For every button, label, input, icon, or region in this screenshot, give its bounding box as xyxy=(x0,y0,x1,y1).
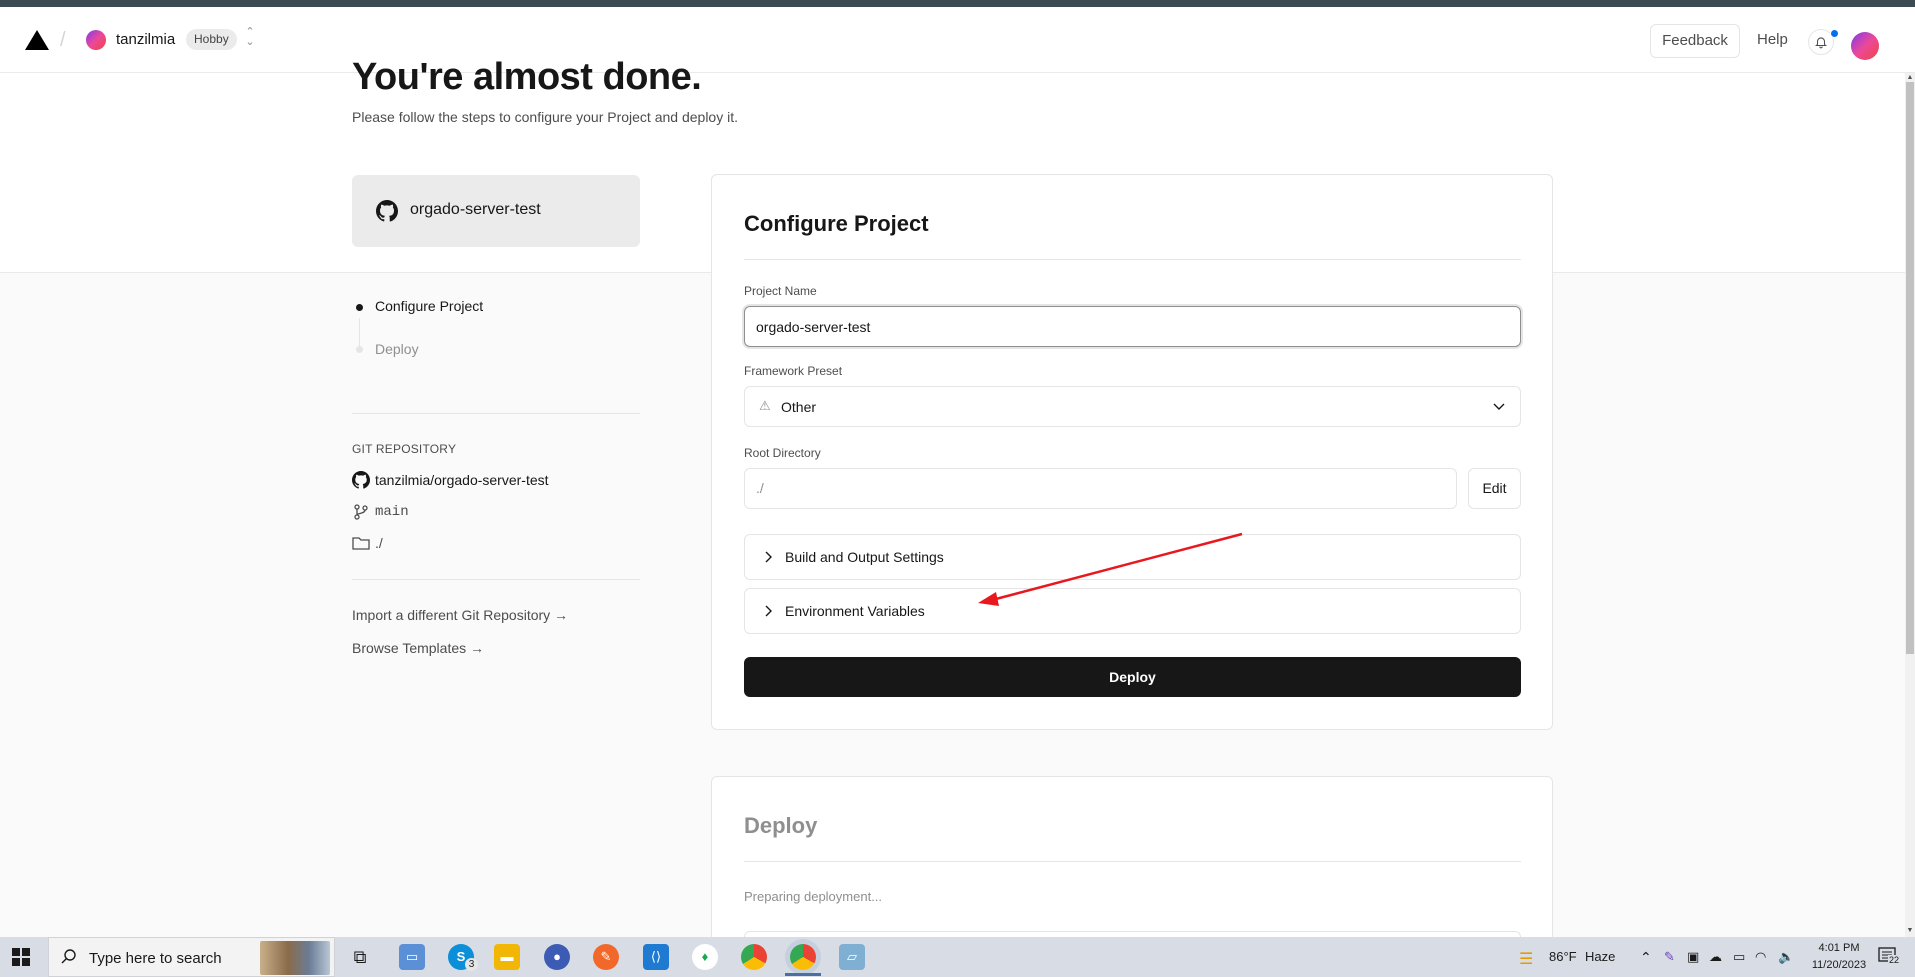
framework-preset-value: Other xyxy=(781,399,817,415)
snipping-tool-icon[interactable]: ▱ xyxy=(839,944,865,970)
skype-badge: 3 xyxy=(465,958,478,971)
clock-time: 4:01 PM xyxy=(1818,942,1860,954)
feedback-button[interactable]: Feedback xyxy=(1650,24,1740,58)
import-git-repo-link[interactable]: Import a different Git Repository → xyxy=(352,607,568,623)
step-active-dot xyxy=(356,304,363,311)
scroll-thumb[interactable] xyxy=(1906,82,1914,654)
mongodb-compass-icon[interactable]: ♦ xyxy=(692,944,718,970)
chevron-right-icon xyxy=(765,605,772,617)
wifi-icon[interactable]: ◠ xyxy=(1755,949,1766,965)
scroll-up-arrow-icon[interactable]: ▲ xyxy=(1906,73,1914,82)
search-placeholder: Type here to search xyxy=(89,950,222,967)
project-name-input[interactable] xyxy=(744,306,1521,347)
notification-center-icon[interactable]: 22 xyxy=(1878,947,1901,967)
firefox-icon[interactable]: ● xyxy=(544,944,570,970)
build-output-settings-label: Build and Output Settings xyxy=(785,549,944,565)
team-avatar[interactable] xyxy=(86,30,106,50)
vercel-logo-icon[interactable] xyxy=(24,29,50,51)
deployment-status: Preparing deployment... xyxy=(744,889,883,904)
page-subtitle: Please follow the steps to configure you… xyxy=(352,109,738,125)
meet-now-icon[interactable]: ▣ xyxy=(1687,949,1699,965)
chevron-right-icon xyxy=(765,551,772,563)
folder-icon xyxy=(352,537,370,550)
environment-variables-toggle[interactable]: Environment Variables xyxy=(744,588,1521,634)
show-hidden-icons-icon[interactable]: ⌃ xyxy=(1640,949,1652,966)
environment-variables-label: Environment Variables xyxy=(785,603,925,619)
git-repo-link[interactable]: tanzilmia/orgado-server-test xyxy=(352,471,549,489)
github-icon xyxy=(352,471,370,489)
git-branch-icon xyxy=(354,504,368,520)
card-divider xyxy=(744,259,1521,260)
postman-icon[interactable]: ✎ xyxy=(593,944,619,970)
repo-card: orgado-server-test xyxy=(352,175,640,247)
team-name[interactable]: tanzilmia xyxy=(116,31,175,48)
scroll-down-arrow-icon[interactable]: ▼ xyxy=(1906,926,1914,935)
browser-top-strip xyxy=(0,0,1915,7)
root-directory-label: Root Directory xyxy=(744,446,821,460)
vscode-icon[interactable]: ⟨⟩ xyxy=(643,944,669,970)
git-branch-name: main xyxy=(375,504,409,520)
framework-preset-label: Framework Preset xyxy=(744,364,843,378)
bell-icon xyxy=(1815,37,1827,49)
onedrive-icon[interactable]: ☁ xyxy=(1709,949,1722,965)
card-divider xyxy=(744,861,1521,862)
nav-separator: / xyxy=(60,29,66,51)
system-clock[interactable]: 4:01 PM 11/20/2023 xyxy=(1808,940,1870,974)
top-nav: / tanzilmia Hobby ⌃ ⌄ Feedback Help xyxy=(0,7,1915,73)
edit-root-directory-button[interactable]: Edit xyxy=(1468,468,1521,509)
git-directory-path: ./ xyxy=(375,535,383,551)
display-icon[interactable]: ▭ xyxy=(1733,949,1745,965)
git-branch: main xyxy=(352,503,409,521)
git-directory: ./ xyxy=(352,535,383,551)
volume-icon[interactable]: 🔈 xyxy=(1778,949,1794,965)
sidebar-divider xyxy=(352,413,640,414)
git-repo-name: tanzilmia/orgado-server-test xyxy=(375,472,549,488)
project-name-label: Project Name xyxy=(744,284,817,298)
notification-count: 22 xyxy=(1888,955,1901,965)
help-link[interactable]: Help xyxy=(1757,31,1788,48)
task-view-icon[interactable]: ⧉ xyxy=(347,944,373,970)
repo-card-name: orgado-server-test xyxy=(410,201,541,218)
search-highlight-image xyxy=(260,941,330,975)
file-explorer-app-icon[interactable]: ▭ xyxy=(399,944,425,970)
step-configure-project: Configure Project xyxy=(375,298,484,314)
configure-project-card: Configure Project Project Name Framework… xyxy=(711,174,1553,730)
weather-temp[interactable]: 86°F xyxy=(1549,949,1577,964)
other-framework-icon: ⚠ xyxy=(759,398,771,413)
weather-desc[interactable]: Haze xyxy=(1585,949,1615,964)
team-switcher-icon[interactable]: ⌃ ⌄ xyxy=(242,27,258,51)
folder-app-icon[interactable]: ▬ xyxy=(494,944,520,970)
search-icon xyxy=(61,949,76,964)
notification-dot xyxy=(1830,29,1839,38)
pen-icon[interactable]: ✎ xyxy=(1664,949,1675,965)
chrome-icon[interactable] xyxy=(741,944,767,970)
active-app-indicator xyxy=(785,973,821,976)
root-directory-input: ./ xyxy=(744,468,1457,509)
plan-badge: Hobby xyxy=(186,29,237,50)
sidebar-divider xyxy=(352,579,640,580)
chrome-active-icon[interactable] xyxy=(790,944,816,970)
framework-preset-select[interactable]: ⚠ Other xyxy=(744,386,1521,427)
git-repository-heading: GIT REPOSITORY xyxy=(352,442,457,456)
deploy-button[interactable]: Deploy xyxy=(744,657,1521,697)
configure-project-title: Configure Project xyxy=(744,211,929,236)
clock-date: 11/20/2023 xyxy=(1811,959,1867,971)
step-pending-dot xyxy=(356,346,363,353)
chevron-down-icon xyxy=(1493,403,1505,410)
taskbar-search[interactable]: Type here to search xyxy=(48,937,335,977)
page-title: You're almost done. xyxy=(352,56,702,98)
build-output-settings-toggle[interactable]: Build and Output Settings xyxy=(744,534,1521,580)
step-deploy: Deploy xyxy=(375,341,419,357)
user-avatar[interactable] xyxy=(1851,32,1879,60)
deploy-section-title: Deploy xyxy=(744,813,818,838)
windows-start-icon[interactable] xyxy=(12,948,30,966)
step-connector xyxy=(359,318,360,348)
weather-haze-icon[interactable]: ☰ xyxy=(1519,949,1533,969)
github-icon xyxy=(376,200,398,222)
browse-templates-link[interactable]: Browse Templates → xyxy=(352,640,484,656)
